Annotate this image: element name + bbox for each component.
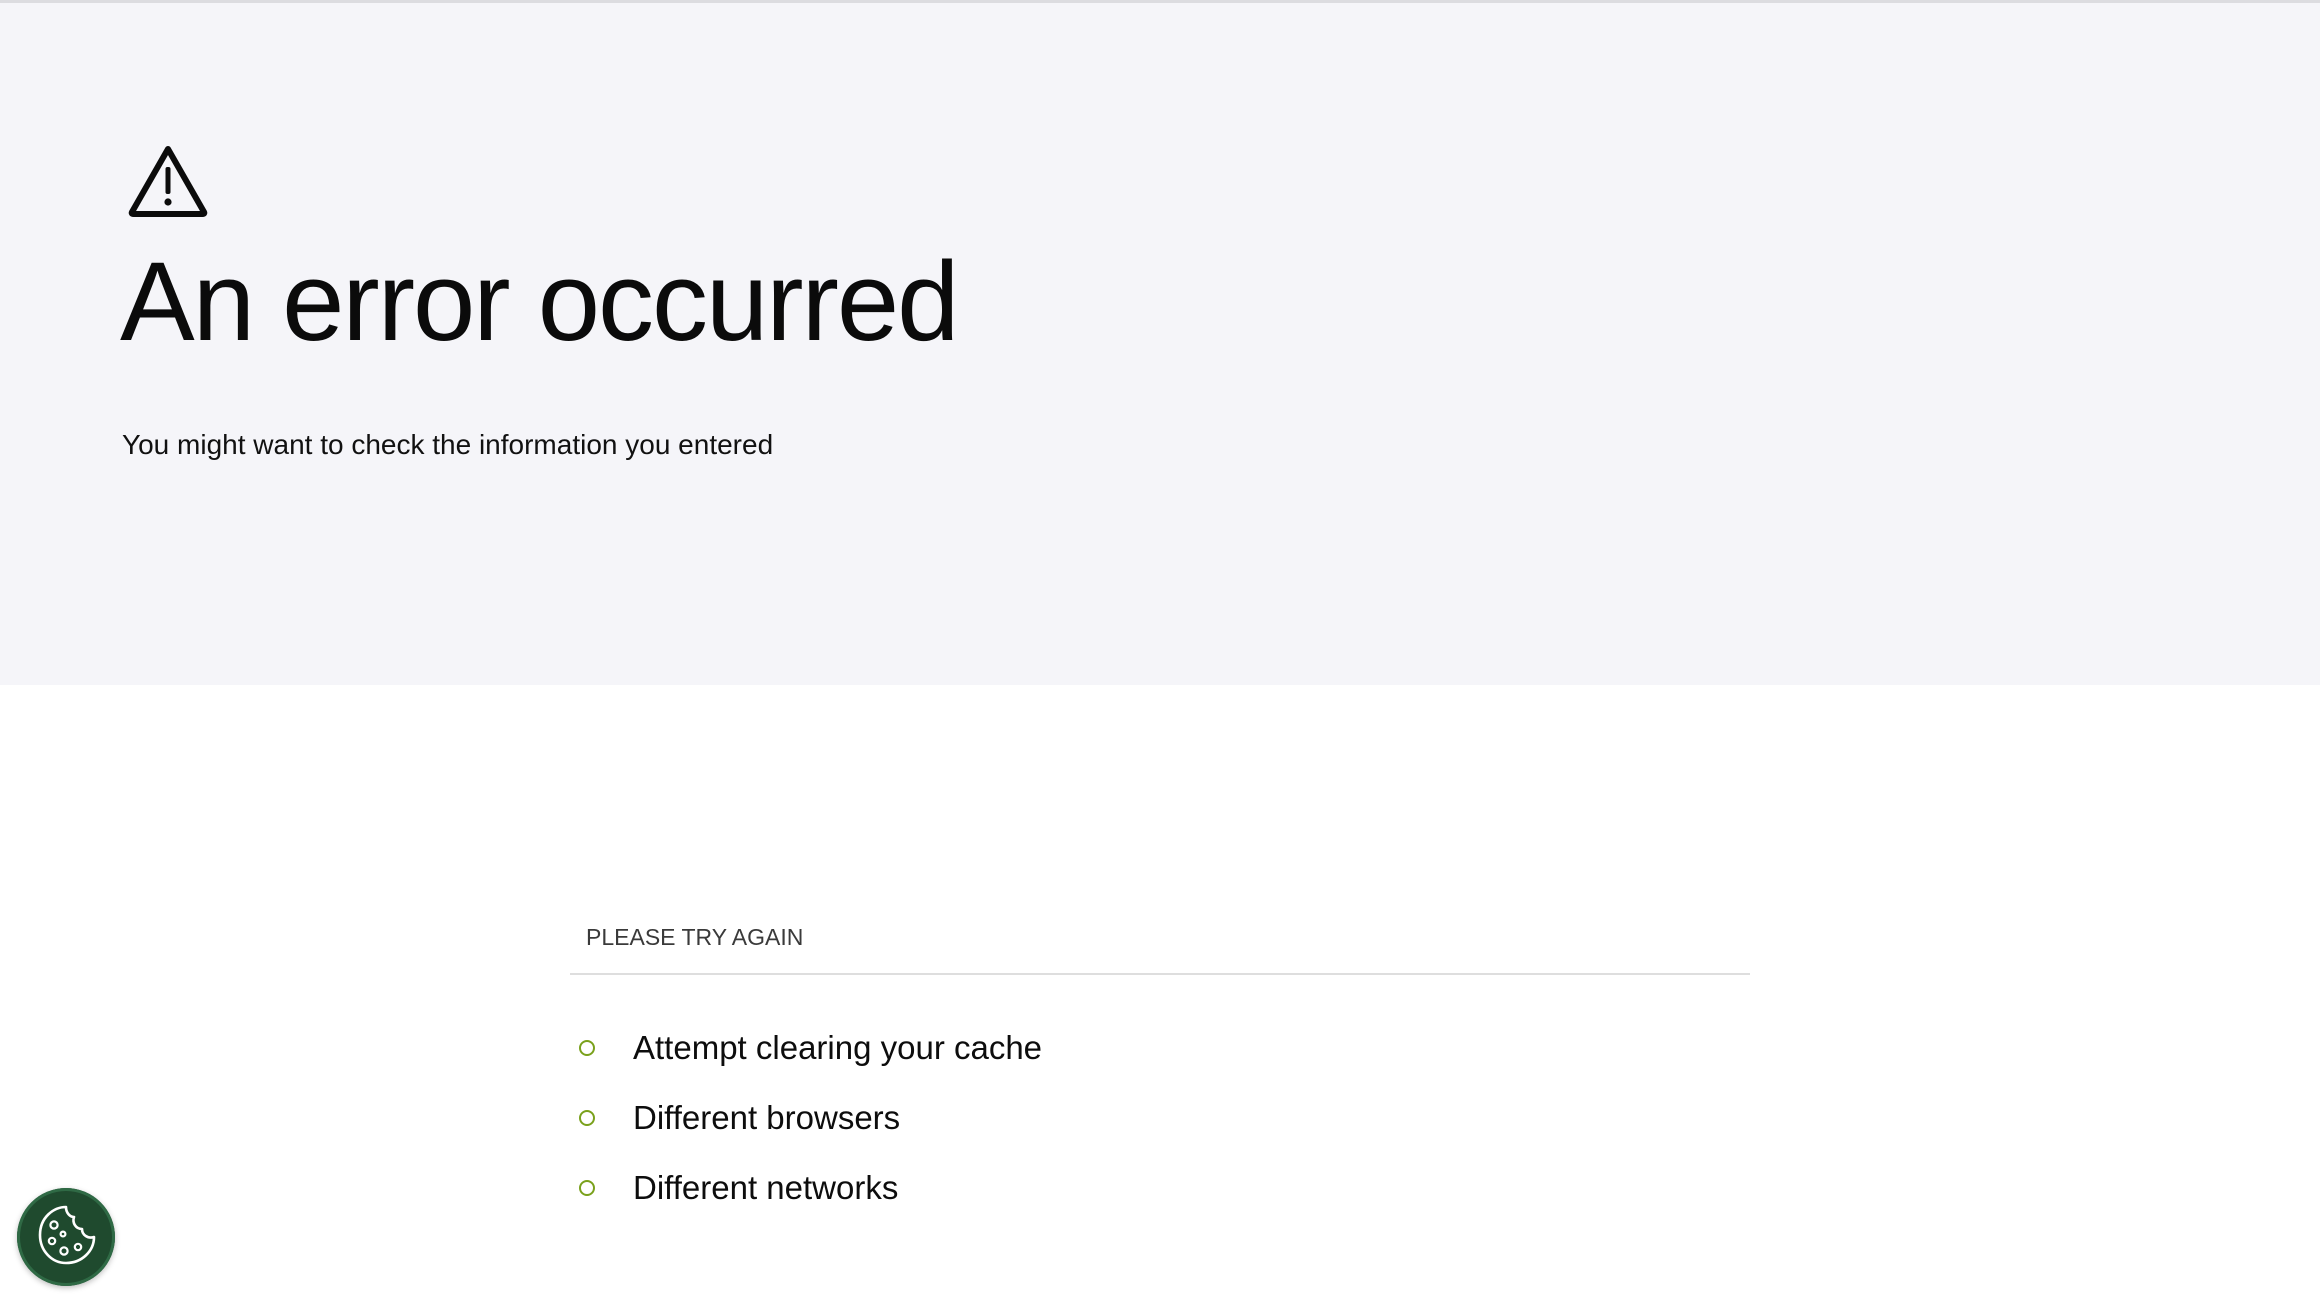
page-subtitle: You might want to check the information … [122, 429, 774, 460]
list-item: Attempt clearing your cache [570, 1013, 1750, 1083]
suggestions-list: Attempt clearing your cache Different br… [570, 1013, 1750, 1223]
list-item-label: Different networks [633, 1169, 899, 1206]
warning-icon [127, 143, 209, 219]
bullet-circle-icon [579, 1110, 595, 1126]
page-title: An error occurred [120, 239, 959, 364]
list-item: Different networks [570, 1153, 1750, 1223]
error-hero: An error occurred You might want to chec… [0, 3, 2320, 685]
list-item-label: Different browsers [633, 1099, 901, 1136]
bullet-circle-icon [579, 1040, 595, 1056]
cookie-icon [32, 1201, 100, 1274]
list-item: Different browsers [570, 1083, 1750, 1153]
list-item-label: Attempt clearing your cache [633, 1029, 1043, 1066]
bullet-circle-icon [579, 1180, 595, 1196]
cookie-settings-button[interactable] [17, 1188, 115, 1286]
section-heading: PLEASE TRY AGAIN [570, 916, 1750, 975]
error-page: An error occurred You might want to chec… [0, 0, 2320, 1300]
try-again-section: PLEASE TRY AGAIN Attempt clearing your c… [570, 916, 1750, 1223]
